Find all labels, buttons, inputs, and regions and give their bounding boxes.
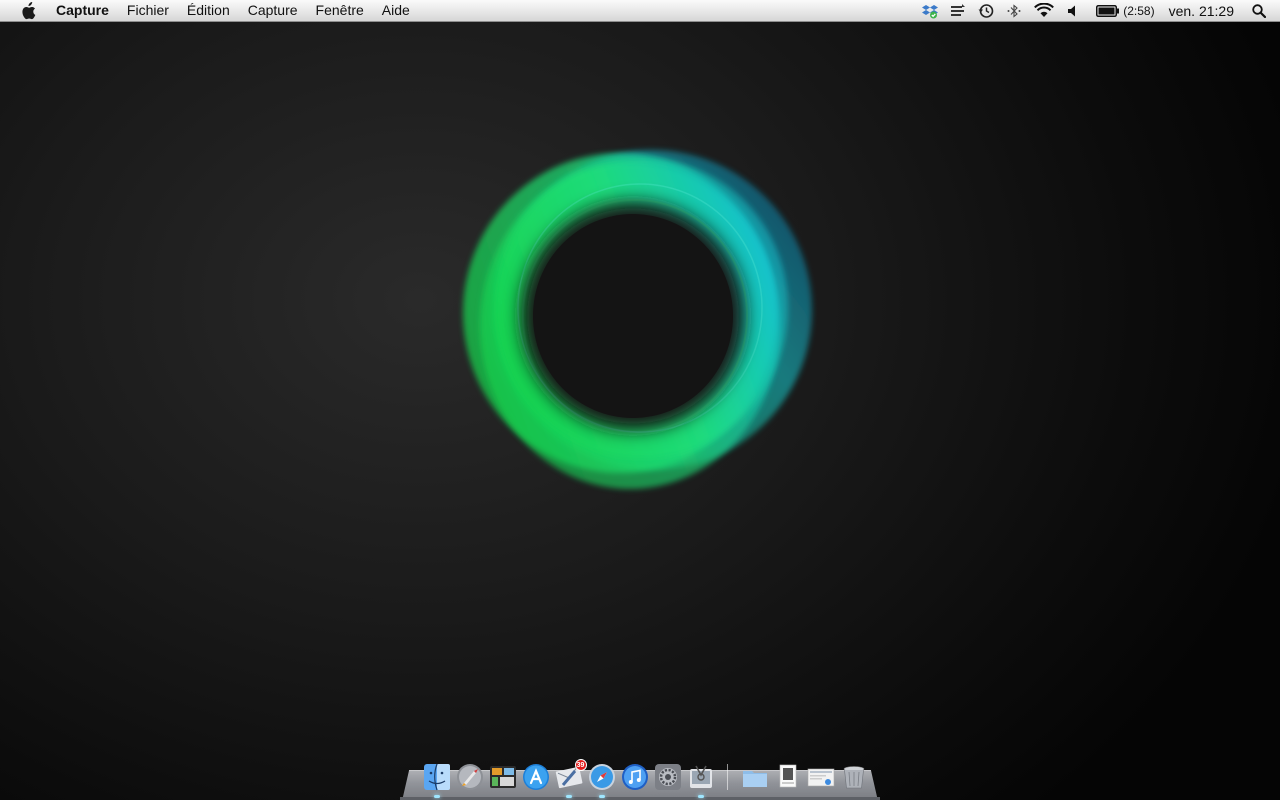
mail-unread-badge: 39 xyxy=(574,759,587,771)
wifi-icon[interactable] xyxy=(1028,0,1060,21)
mission-control-icon[interactable] xyxy=(488,762,518,792)
scanner-icon[interactable] xyxy=(944,0,972,21)
app-store-icon[interactable] xyxy=(521,762,551,792)
bluetooth-icon[interactable] xyxy=(1000,0,1028,21)
menu-app-name[interactable]: Capture xyxy=(56,0,118,21)
dock: 39 xyxy=(400,756,880,800)
menu-fenetre[interactable]: Fenêtre xyxy=(307,0,373,21)
system-preferences-icon[interactable] xyxy=(653,762,683,792)
menu-edition[interactable]: Édition xyxy=(178,0,239,21)
dock-separator xyxy=(727,764,728,790)
itunes-icon[interactable] xyxy=(620,762,650,792)
capture-icon[interactable] xyxy=(686,762,716,798)
finder-running-indicator xyxy=(433,795,440,798)
time-machine-icon[interactable] xyxy=(972,0,1000,21)
apple-logo-icon[interactable] xyxy=(0,0,56,21)
trash-icon[interactable] xyxy=(839,762,869,792)
menu-capture[interactable]: Capture xyxy=(239,0,307,21)
volume-icon[interactable] xyxy=(1060,0,1086,21)
wallpaper-ring xyxy=(463,150,812,489)
menu-clock[interactable]: ven. 21:29 xyxy=(1161,0,1244,21)
menu-bar: Capture Fichier Édition Capture Fenêtre … xyxy=(0,0,1280,22)
spotlight-search-icon[interactable] xyxy=(1244,0,1280,21)
battery-icon xyxy=(1096,4,1120,17)
document-stack-icon[interactable] xyxy=(773,762,803,792)
battery-time-remaining: (2:58) xyxy=(1123,3,1155,18)
folder-stack-icon[interactable] xyxy=(740,762,770,792)
finder-icon[interactable] xyxy=(422,762,452,798)
safari-running-indicator xyxy=(598,795,605,798)
menu-fichier[interactable]: Fichier xyxy=(118,0,178,21)
safari-icon[interactable] xyxy=(587,762,617,798)
launchpad-icon[interactable] xyxy=(455,762,485,792)
screenshot-stack-icon[interactable] xyxy=(806,762,836,792)
dropbox-icon[interactable] xyxy=(916,0,944,21)
capture-running-indicator xyxy=(697,795,704,798)
desktop[interactable]: Capture Fichier Édition Capture Fenêtre … xyxy=(0,0,1280,800)
mail-running-indicator xyxy=(565,795,572,798)
mail-icon[interactable]: 39 xyxy=(554,759,587,798)
menu-aide[interactable]: Aide xyxy=(373,0,419,21)
battery-status[interactable]: (2:58) xyxy=(1086,0,1160,21)
